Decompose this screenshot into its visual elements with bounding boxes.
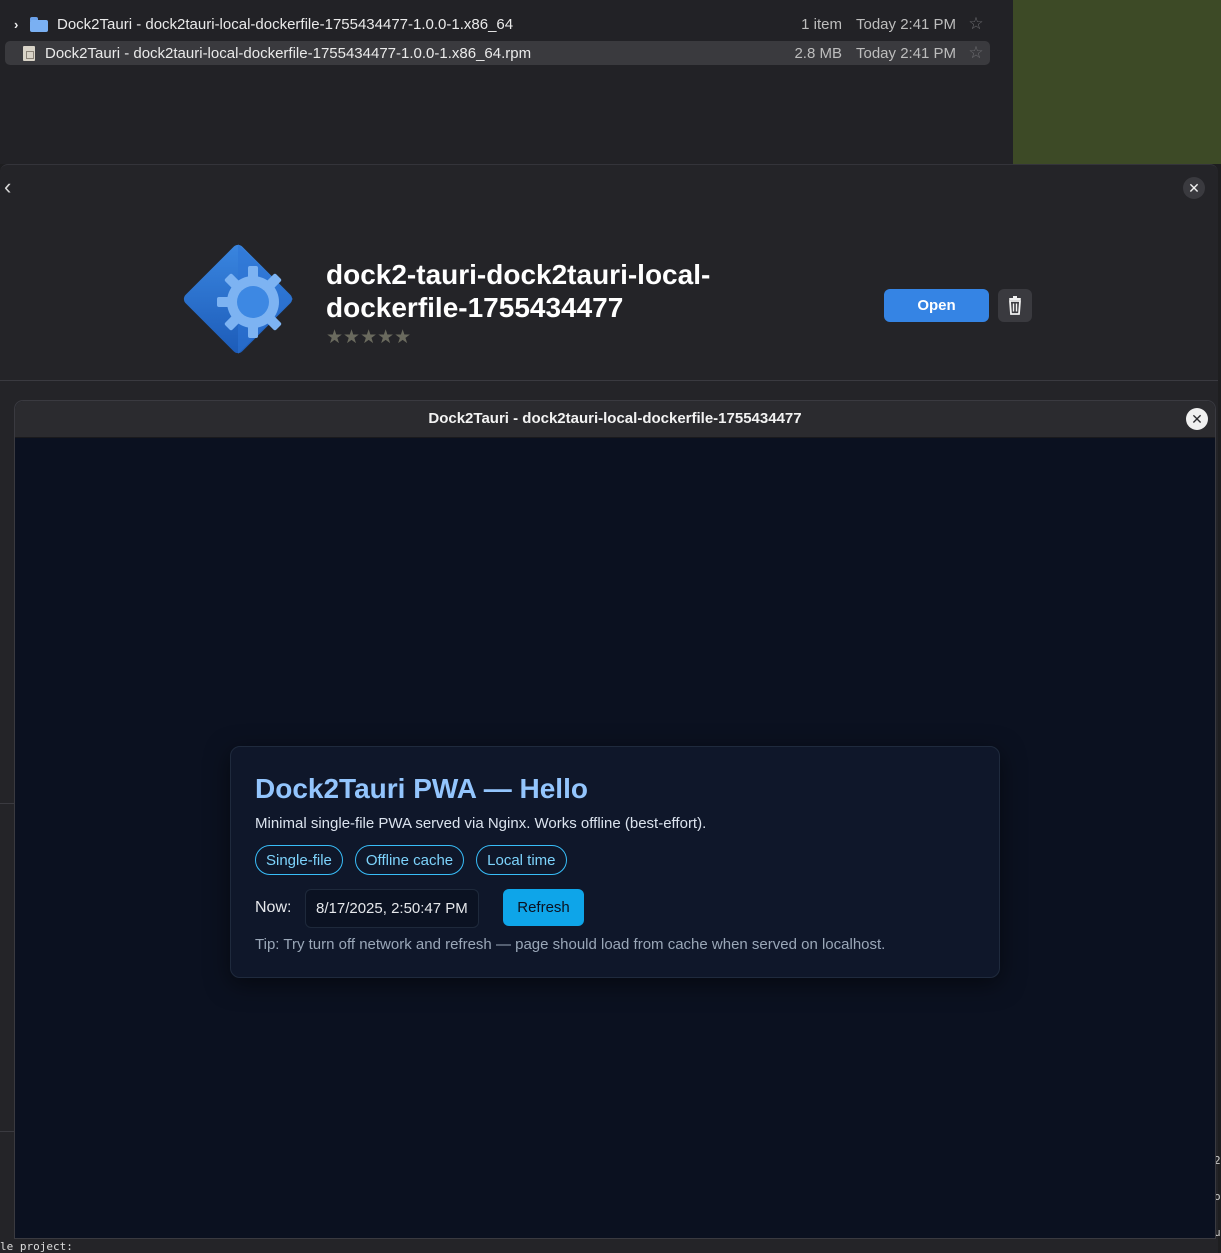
refresh-button[interactable]: Refresh (503, 889, 584, 926)
app-gear-icon (183, 244, 293, 354)
file-row-rpm[interactable]: Dock2Tauri - dock2tauri-local-dockerfile… (5, 41, 990, 65)
chip-local-time: Local time (476, 845, 567, 875)
pwa-card: Dock2Tauri PWA — Hello Minimal single-fi… (230, 746, 1000, 978)
expander-icon[interactable]: › (14, 17, 28, 32)
desktop-background (1013, 0, 1221, 164)
window-titlebar[interactable]: Dock2Tauri - dock2tauri-local-dockerfile… (15, 401, 1215, 438)
file-size: 2.8 MB (794, 44, 842, 62)
terminal-fragment: le project: (0, 1240, 73, 1253)
desktop: › Dock2Tauri - dock2tauri-local-dockerfi… (0, 0, 1221, 1253)
tip-text: Tip: Try turn off network and refresh — … (255, 936, 886, 953)
back-icon[interactable]: ‹ (4, 176, 20, 198)
chip-single-file: Single-file (255, 845, 343, 875)
star-icon[interactable]: ☆ (962, 43, 990, 63)
window-title: Dock2Tauri - dock2tauri-local-dockerfile… (428, 410, 802, 427)
trash-icon (1009, 296, 1021, 315)
tauri-app-window: Dock2Tauri - dock2tauri-local-dockerfile… (15, 401, 1215, 1238)
file-size: 1 item (801, 15, 842, 33)
folder-icon (30, 16, 48, 32)
file-row-folder[interactable]: › Dock2Tauri - dock2tauri-local-dockerfi… (5, 12, 990, 36)
rpm-file-icon (23, 45, 35, 61)
current-time-display: 8/17/2025, 2:50:47 PM (305, 889, 479, 928)
app-title: dock2-tauri-dock2tauri-local-dockerfile-… (326, 259, 711, 323)
divider (0, 380, 1218, 381)
card-heading: Dock2Tauri PWA — Hello (255, 773, 588, 804)
file-manager-list: › Dock2Tauri - dock2tauri-local-dockerfi… (0, 0, 1013, 164)
close-icon[interactable]: ✕ (1183, 177, 1205, 199)
chip-offline-cache: Offline cache (354, 845, 465, 875)
uninstall-button[interactable] (998, 289, 1032, 322)
star-icon[interactable]: ☆ (962, 14, 990, 34)
open-button[interactable]: Open (884, 289, 989, 322)
file-date: Today 2:41 PM (856, 44, 957, 62)
now-label: Now: (255, 899, 292, 916)
rating-stars: ★★★★★ (326, 327, 412, 348)
window-close-icon[interactable]: ✕ (1186, 408, 1208, 430)
file-name: Dock2Tauri - dock2tauri-local-dockerfile… (57, 15, 514, 33)
card-description: Minimal single-file PWA served via Nginx… (255, 815, 707, 832)
divider (0, 803, 15, 804)
feature-chips: Single-file Offline cache Local time (255, 845, 567, 875)
file-date: Today 2:41 PM (856, 15, 957, 33)
divider (0, 1131, 15, 1132)
file-name: Dock2Tauri - dock2tauri-local-dockerfile… (45, 44, 532, 62)
